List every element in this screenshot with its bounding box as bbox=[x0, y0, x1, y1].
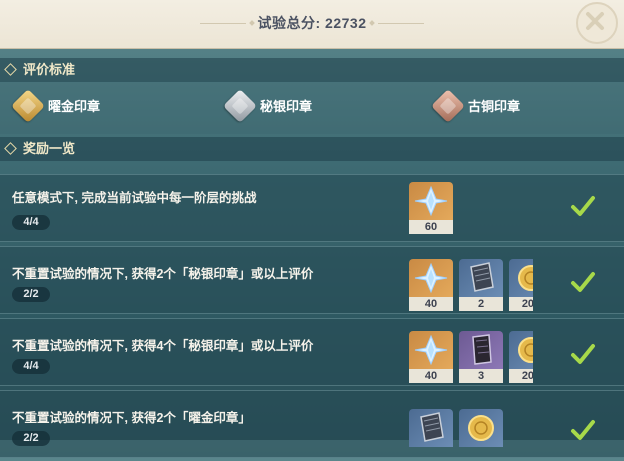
reward-row: 不重置试验的情况下, 获得2个「曜金印章」 2/2 bbox=[0, 390, 624, 458]
primogem-icon bbox=[409, 331, 453, 369]
rewards-section-header: 奖励一览 bbox=[0, 137, 624, 161]
weapon-ore-icon bbox=[459, 259, 503, 297]
reward-item-primogem[interactable]: 40 bbox=[409, 331, 453, 383]
reward-item-count: 60 bbox=[409, 220, 453, 234]
weapon-ore-icon bbox=[459, 331, 503, 369]
reward-items: 60 bbox=[409, 182, 533, 234]
reward-progress: 2/2 bbox=[12, 287, 50, 302]
reward-progress: 4/4 bbox=[12, 359, 50, 374]
close-button[interactable] bbox=[576, 2, 618, 44]
reward-row: 不重置试验的情况下, 获得4个「秘银印章」或以上评价 4/4 40 3 200 bbox=[0, 318, 624, 386]
score-header: 试验总分: 22732 bbox=[0, 0, 624, 49]
rank-gold-label: 曜金印章 bbox=[48, 99, 101, 114]
reward-row: 任意模式下, 完成当前试验中每一阶层的挑战 4/4 60 bbox=[0, 174, 624, 242]
reward-description: 不重置试验的情况下, 获得2个「秘银印章」或以上评价 bbox=[12, 267, 314, 281]
reward-item-primogem[interactable]: 60 bbox=[409, 182, 453, 234]
reward-item-weapon-ore[interactable]: 2 bbox=[459, 259, 503, 311]
reward-progress: 2/2 bbox=[12, 431, 50, 446]
diamond-icon bbox=[4, 142, 17, 155]
criteria-section-title: 评价标准 bbox=[23, 62, 76, 77]
reward-item-primogem[interactable]: 40 bbox=[409, 259, 453, 311]
close-icon bbox=[586, 12, 604, 30]
reward-description: 任意模式下, 完成当前试验中每一阶层的挑战 bbox=[12, 191, 257, 205]
primogem-icon bbox=[409, 182, 453, 220]
reward-item-count: 200 bbox=[509, 369, 533, 383]
bronze-seal-icon bbox=[431, 89, 465, 123]
reward-description: 不重置试验的情况下, 获得4个「秘银印章」或以上评价 bbox=[12, 339, 314, 353]
reward-item-count: 3 bbox=[459, 369, 503, 383]
check-icon bbox=[571, 344, 595, 364]
reward-item-count: 40 bbox=[409, 369, 453, 383]
diamond-icon bbox=[4, 63, 17, 76]
check-icon bbox=[571, 420, 595, 440]
check-icon bbox=[571, 196, 595, 216]
mora-icon bbox=[459, 409, 503, 447]
reward-item-count: 40 bbox=[409, 297, 453, 311]
total-score-title: 试验总分: 22732 bbox=[257, 15, 367, 31]
rank-silver-label: 秘银印章 bbox=[260, 99, 313, 114]
reward-items bbox=[409, 409, 533, 461]
reward-item-count: 2 bbox=[459, 297, 503, 311]
header-divider-right bbox=[378, 23, 424, 24]
reward-item-mora[interactable]: 200 bbox=[509, 259, 533, 311]
reward-progress: 4/4 bbox=[12, 215, 50, 230]
rank-bronze-label: 古铜印章 bbox=[468, 99, 521, 114]
reward-items: 40 2 200 bbox=[409, 259, 533, 311]
reward-item-weapon-ore[interactable] bbox=[409, 409, 453, 461]
reward-description: 不重置试验的情况下, 获得2个「曜金印章」 bbox=[12, 411, 251, 425]
reward-item-count: 200 bbox=[509, 297, 533, 311]
check-icon bbox=[571, 272, 595, 292]
weapon-ore-icon bbox=[409, 409, 453, 447]
criteria-section-header: 评价标准 bbox=[0, 58, 624, 82]
reward-item-mora[interactable] bbox=[459, 409, 503, 461]
mora-icon bbox=[509, 331, 533, 369]
reward-items: 40 3 200 bbox=[409, 331, 533, 383]
reward-row: 不重置试验的情况下, 获得2个「秘银印章」或以上评价 2/2 40 2 200 bbox=[0, 246, 624, 314]
gold-seal-icon bbox=[11, 89, 45, 123]
reward-item-weapon-ore[interactable]: 3 bbox=[459, 331, 503, 383]
primogem-icon bbox=[409, 259, 453, 297]
mora-icon bbox=[509, 259, 533, 297]
rewards-section-title: 奖励一览 bbox=[23, 141, 76, 156]
reward-item-mora[interactable]: 200 bbox=[509, 331, 533, 383]
silver-seal-icon bbox=[223, 89, 257, 123]
rank-criteria-row: 曜金印章 秘银印章 古铜印章 bbox=[0, 82, 624, 134]
